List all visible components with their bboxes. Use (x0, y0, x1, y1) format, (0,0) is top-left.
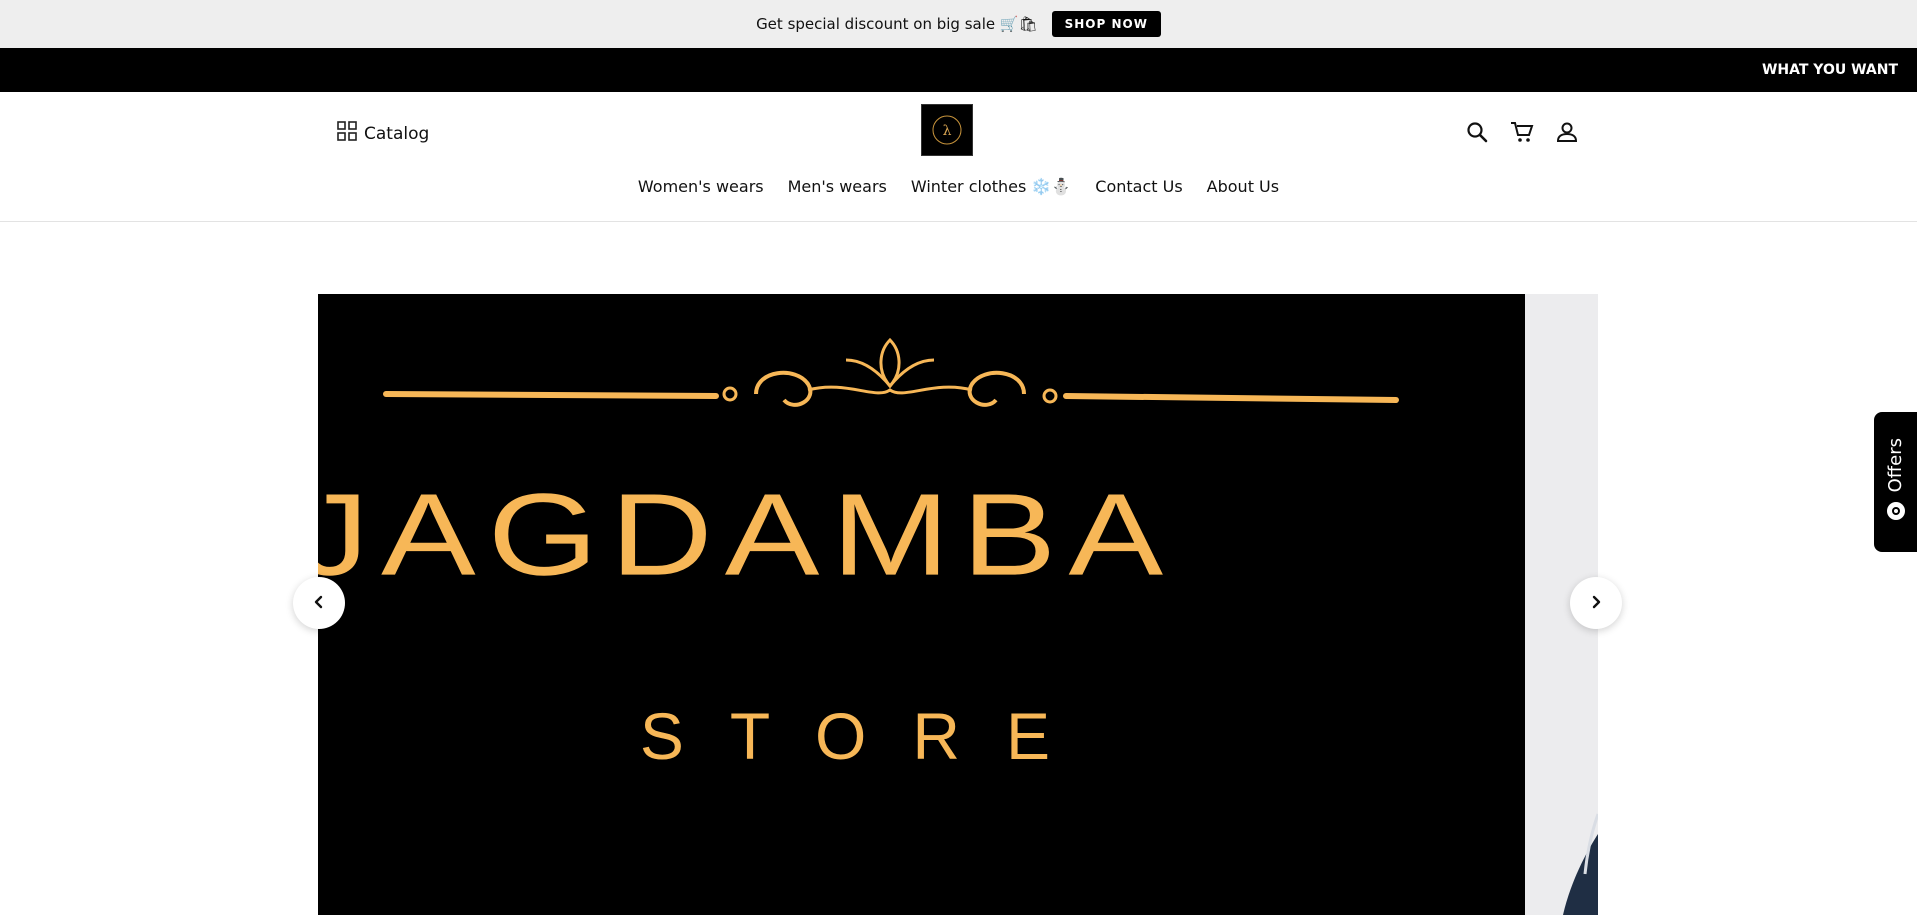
marquee-text: WHAT YOU WANT (1761, 62, 1898, 78)
carousel-next-button[interactable] (1570, 577, 1622, 629)
banner-brand: JAGDAMBA (318, 469, 1176, 601)
header-icons (1464, 119, 1579, 144)
announcement-bar: Get special discount on big sale 🛒🛍 SHOP… (0, 0, 1917, 48)
ornament-divider (383, 337, 1399, 407)
banner-subtitle: STORE (639, 699, 1097, 773)
hero-banner: JAGDAMBA STORE (318, 294, 1525, 915)
cart-icon[interactable] (1509, 119, 1534, 144)
catalog-button[interactable]: Catalog (337, 121, 429, 146)
nav-item-about-us[interactable]: About Us (1207, 177, 1279, 196)
chevron-right-icon (1589, 594, 1603, 613)
nav-item-winter-clothes[interactable]: Winter clothes ❄️⛄ (911, 177, 1071, 196)
nav-item-womens-wears[interactable]: Women's wears (638, 177, 764, 196)
nav-item-mens-wears[interactable]: Men's wears (788, 177, 887, 196)
nav-item-contact-us[interactable]: Contact Us (1095, 177, 1182, 196)
main-nav: Women's wears Men's wears Winter clothes… (0, 177, 1917, 196)
announcement-text: Get special discount on big sale 🛒🛍 (756, 15, 1038, 33)
site-header: Catalog λ Women's wears Men's wears Wint… (0, 92, 1917, 222)
offers-tab[interactable]: Offers (1874, 412, 1917, 552)
account-icon[interactable] (1554, 119, 1579, 144)
logo-letter: λ (943, 123, 952, 139)
store-logo[interactable]: λ (921, 104, 973, 156)
offers-label: Offers (1885, 437, 1906, 493)
shop-now-button[interactable]: SHOP NOW (1051, 11, 1161, 37)
marquee-bar: WHAT YOU WANT (0, 48, 1917, 92)
catalog-label: Catalog (364, 123, 430, 144)
carousel-prev-button[interactable] (293, 577, 345, 629)
chevron-left-icon (312, 594, 326, 613)
search-icon[interactable] (1464, 119, 1489, 144)
grid-icon (337, 121, 357, 146)
gear-badge-icon (1885, 500, 1907, 526)
